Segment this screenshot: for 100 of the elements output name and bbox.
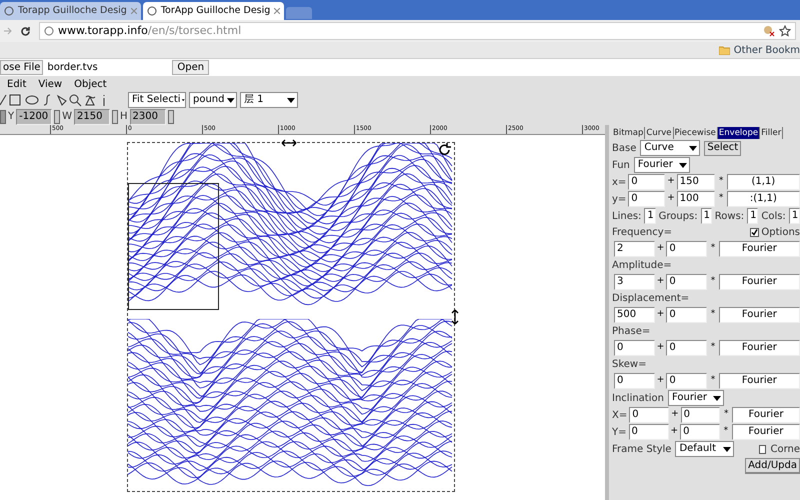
- checkbox[interactable]: [758, 444, 766, 454]
- choose-file-button[interactable]: ose File: [0, 60, 44, 75]
- operator-label: +: [656, 374, 664, 388]
- cookie-blocked-icon[interactable]: [763, 25, 775, 37]
- checkbox[interactable]: [750, 228, 760, 237]
- input-field[interactable]: 0: [628, 174, 666, 190]
- field-label: Displacement=: [612, 292, 690, 306]
- panel-tab[interactable]: Envelope: [718, 127, 760, 139]
- menu-item[interactable]: View: [38, 76, 62, 92]
- panel-tab[interactable]: Bitmap: [612, 127, 646, 139]
- field-label: Corne: [770, 442, 800, 456]
- resize-vertical-icon[interactable]: [451, 309, 459, 325]
- input-field[interactable]: 1: [700, 208, 712, 224]
- dropdown[interactable]: Fit Selecti: [128, 92, 186, 108]
- globe-icon: [146, 6, 157, 16]
- input-field[interactable]: 0: [666, 373, 708, 389]
- rotate-handle-icon[interactable]: [438, 143, 452, 157]
- panel-tab[interactable]: Filler: [760, 127, 784, 139]
- input-field[interactable]: Fourier: [718, 241, 800, 257]
- select-button[interactable]: Select: [704, 140, 742, 156]
- field-label: X=: [612, 408, 628, 422]
- field-label: W: [62, 110, 72, 124]
- input-field[interactable]: Fourier: [718, 373, 800, 389]
- operator-label: +: [671, 408, 679, 422]
- input-field[interactable]: 1: [644, 208, 656, 224]
- operator-label: +: [667, 175, 675, 188]
- globe-icon: [4, 6, 14, 16]
- input-field[interactable]: 0: [666, 241, 708, 257]
- input-field[interactable]: 1: [788, 208, 800, 224]
- menu-item[interactable]: Object: [74, 76, 107, 92]
- operator-label: *: [710, 242, 716, 256]
- input-field[interactable]: 2: [614, 241, 655, 257]
- close-icon[interactable]: [274, 8, 280, 14]
- input-field[interactable]: 2300: [130, 108, 166, 124]
- folder-icon: [718, 46, 730, 54]
- input-field[interactable]: 0: [628, 191, 666, 207]
- input-field[interactable]: -1200: [16, 108, 52, 124]
- field-label: Skew=: [612, 358, 648, 372]
- field-label: Frequency=: [612, 226, 672, 240]
- field-label: H: [120, 110, 128, 124]
- input-field[interactable]: 0: [614, 340, 655, 356]
- input-field[interactable]: 0: [629, 407, 670, 423]
- reload-icon[interactable]: [20, 26, 31, 36]
- browser-tab[interactable]: Torapp Guilloche Desig: [0, 2, 141, 20]
- dropdown[interactable]: Fourier: [668, 390, 724, 406]
- input-field[interactable]: Fourier: [732, 407, 800, 423]
- spinner[interactable]: [168, 110, 174, 124]
- input-field[interactable]: 150: [676, 174, 716, 190]
- input-field[interactable]: Fourier: [718, 340, 800, 356]
- input-field[interactable]: 0: [614, 373, 655, 389]
- input-field[interactable]: 0: [628, 424, 669, 440]
- field-label: Y: [8, 110, 14, 124]
- resize-horizontal-icon[interactable]: [281, 139, 297, 147]
- bookmark-folder[interactable]: Other Bookm: [734, 42, 800, 58]
- dropdown[interactable]: Default: [675, 441, 734, 457]
- input-field[interactable]: Fourier: [718, 274, 800, 290]
- spinner[interactable]: [54, 110, 60, 124]
- field-label: Y=: [612, 426, 626, 440]
- field-label: Inclination: [612, 392, 664, 406]
- operator-label: +: [670, 425, 678, 438]
- input-field[interactable]: (1,1): [726, 174, 800, 190]
- operator-label: *: [710, 308, 716, 322]
- operator-label: *: [710, 374, 716, 388]
- field-label: Rows:: [714, 210, 744, 224]
- input-field[interactable]: Fourier: [732, 424, 800, 440]
- operator-label: *: [710, 341, 716, 354]
- input-field[interactable]: 0: [666, 274, 708, 290]
- field-label: Groups:: [658, 210, 698, 224]
- input-field[interactable]: :(1,1): [726, 191, 800, 207]
- add-update-button[interactable]: Add/Upda: [745, 458, 800, 474]
- menu-item[interactable]: Edit: [7, 76, 26, 92]
- scrollbar[interactable]: [605, 125, 609, 500]
- input-field[interactable]: 3: [614, 274, 655, 290]
- input-field[interactable]: 500: [614, 307, 655, 323]
- operator-label: +: [656, 308, 664, 322]
- field-label: Frame Style: [612, 442, 672, 456]
- operator-label: +: [656, 275, 664, 288]
- star-icon[interactable]: [779, 25, 791, 37]
- spinner[interactable]: [112, 110, 118, 124]
- dropdown[interactable]: 层 1: [240, 92, 298, 108]
- spinner[interactable]: [0, 110, 6, 124]
- browser-tab[interactable]: TorApp Guilloche Desig: [142, 2, 284, 20]
- panel-tab[interactable]: Curve: [645, 127, 674, 139]
- dropdown[interactable]: pound: [189, 92, 237, 108]
- input-field[interactable]: 100: [676, 191, 716, 207]
- input-field[interactable]: 2150: [74, 108, 110, 124]
- field-label: Lines:: [612, 210, 642, 224]
- input-field[interactable]: 0: [680, 424, 720, 440]
- open-button[interactable]: Open: [172, 60, 210, 75]
- address-bar[interactable]: www.torapp.info/en/s/torsec.html: [39, 22, 796, 40]
- url-path: /en/s/torsec.html: [148, 22, 242, 39]
- globe-icon: [44, 26, 54, 36]
- input-field[interactable]: 1: [747, 208, 758, 224]
- dropdown[interactable]: Curve: [640, 140, 700, 156]
- input-field[interactable]: 0: [680, 407, 720, 423]
- input-field[interactable]: 0: [666, 307, 708, 323]
- input-field[interactable]: 0: [666, 340, 708, 356]
- input-field[interactable]: Fourier: [718, 307, 800, 323]
- field-label: Cols:: [761, 210, 786, 224]
- dropdown[interactable]: Fourier: [634, 157, 690, 173]
